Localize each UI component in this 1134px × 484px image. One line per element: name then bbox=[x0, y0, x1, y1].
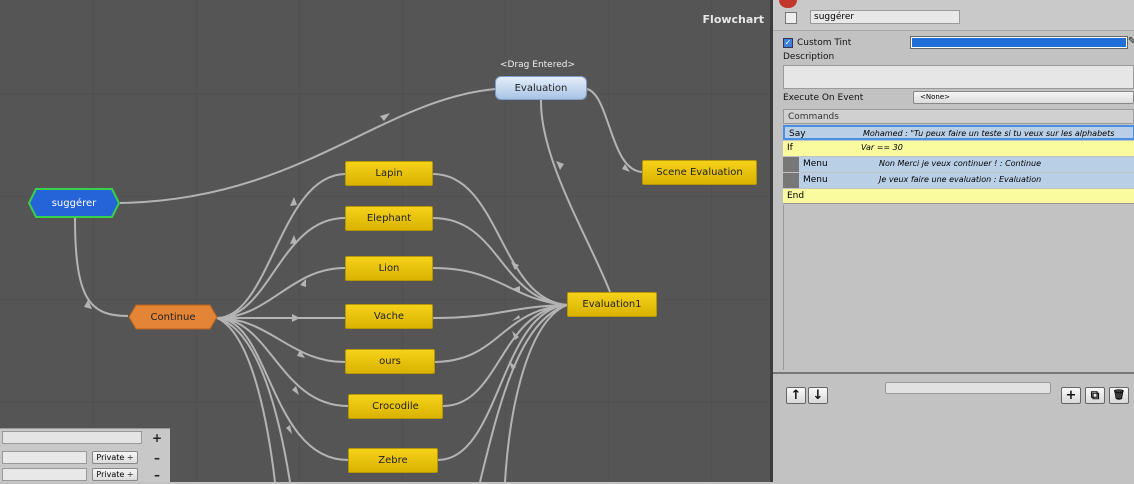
variable-row: Private ÷ – bbox=[0, 466, 170, 482]
block-icon bbox=[779, 0, 797, 8]
indent-marker bbox=[783, 157, 799, 172]
command-name: Menu bbox=[803, 175, 828, 185]
move-down-button[interactable]: ↓ bbox=[808, 387, 828, 404]
block-ours[interactable]: ours bbox=[345, 349, 435, 374]
block-lapin[interactable]: Lapin bbox=[345, 161, 433, 186]
block-suggerer-label: suggérer bbox=[51, 197, 97, 209]
block-zebre[interactable]: Zebre bbox=[348, 448, 438, 473]
execute-on-event-dropdown[interactable]: <None> bbox=[913, 91, 1134, 104]
variable-row: Private ÷ – bbox=[0, 449, 170, 466]
command-row-menu[interactable]: Menu Non Merci je veux continuer ! : Con… bbox=[783, 157, 1134, 172]
block-continue-label: Continue bbox=[150, 311, 196, 323]
block-elephant[interactable]: Elephant bbox=[345, 206, 433, 231]
description-label: Description bbox=[783, 52, 835, 62]
custom-tint-checkbox[interactable]: ✓ bbox=[783, 38, 793, 48]
variables-header: + bbox=[0, 429, 170, 446]
drag-entered-label: <Drag Entered> bbox=[500, 60, 576, 70]
command-row-end[interactable]: End bbox=[783, 189, 1134, 204]
command-name: If bbox=[787, 143, 793, 153]
command-name: Menu bbox=[803, 159, 828, 169]
command-row-say[interactable]: Say Mohamed : "Tu peux faire un teste si… bbox=[783, 125, 1134, 140]
variable-name-field[interactable] bbox=[2, 451, 87, 464]
block-evaluation[interactable]: Evaluation bbox=[495, 76, 587, 100]
block-name-field[interactable]: suggérer bbox=[810, 10, 960, 24]
command-name: Say bbox=[789, 129, 806, 139]
duplicate-command-button[interactable]: ⧉ bbox=[1085, 387, 1105, 404]
indent-marker bbox=[783, 173, 799, 188]
block-scene-evaluation[interactable]: Scene Evaluation bbox=[642, 160, 757, 185]
command-summary: Non Merci je veux continuer ! : Continue bbox=[879, 159, 1042, 168]
command-row-if[interactable]: If Var == 30 bbox=[783, 141, 1134, 156]
command-summary: Var == 30 bbox=[861, 143, 903, 152]
variable-name-field[interactable] bbox=[2, 468, 87, 481]
block-inspector: suggérer ✓ Custom Tint ✎ Description Exe… bbox=[770, 0, 1134, 484]
block-suggerer[interactable]: suggérer bbox=[28, 188, 120, 218]
commands-header: Commands bbox=[783, 109, 1134, 124]
commands-label: Commands bbox=[788, 112, 839, 122]
description-field[interactable] bbox=[783, 65, 1134, 89]
delete-command-button[interactable]: 🗑 bbox=[1109, 387, 1129, 404]
flowchart-canvas[interactable]: Flowchart <Drag Entered> Evaluation sugg… bbox=[0, 0, 770, 482]
custom-tint-label: Custom Tint bbox=[797, 38, 852, 48]
variables-search-field[interactable] bbox=[2, 431, 142, 444]
eyedropper-icon[interactable]: ✎ bbox=[1128, 36, 1134, 47]
command-search-field[interactable] bbox=[885, 382, 1051, 394]
custom-tint-color-field[interactable] bbox=[910, 36, 1128, 49]
variable-scope-dropdown[interactable]: Private ÷ bbox=[92, 468, 138, 481]
block-crocodile[interactable]: Crocodile bbox=[348, 394, 443, 419]
block-lion[interactable]: Lion bbox=[345, 256, 433, 281]
custom-tint-swatch bbox=[912, 38, 1126, 47]
command-toolbar: ↑ ↓ + ⧉ 🗑 bbox=[773, 372, 1134, 484]
flowchart-title: Flowchart bbox=[702, 13, 764, 26]
inspector-header: suggérer bbox=[773, 0, 1134, 31]
block-enabled-checkbox[interactable] bbox=[785, 12, 797, 24]
add-command-button[interactable]: + bbox=[1061, 387, 1081, 404]
remove-variable-button[interactable]: – bbox=[148, 449, 166, 466]
command-list-empty-area bbox=[783, 205, 1134, 370]
command-summary: Je veux faire une evaluation : Evaluatio… bbox=[879, 175, 1042, 184]
variables-panel: + Private ÷ – Private ÷ – bbox=[0, 428, 170, 482]
remove-variable-button[interactable]: – bbox=[148, 466, 166, 482]
execute-on-event-label: Execute On Event bbox=[783, 93, 864, 103]
move-up-button[interactable]: ↑ bbox=[786, 387, 806, 404]
command-row-menu[interactable]: Menu Je veux faire une evaluation : Eval… bbox=[783, 173, 1134, 188]
block-vache[interactable]: Vache bbox=[345, 304, 433, 329]
command-name: End bbox=[787, 191, 805, 201]
variable-scope-dropdown[interactable]: Private ÷ bbox=[92, 451, 138, 464]
add-variable-button[interactable]: + bbox=[148, 429, 166, 446]
command-summary: Mohamed : "Tu peux faire un teste si tu … bbox=[863, 129, 1115, 138]
block-continue[interactable]: Continue bbox=[128, 304, 218, 330]
block-evaluation1[interactable]: Evaluation1 bbox=[567, 292, 657, 317]
